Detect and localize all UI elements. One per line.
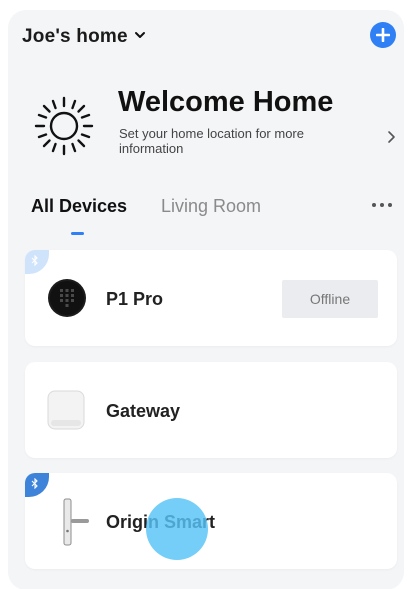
tab-living-room[interactable]: Living Room: [161, 196, 261, 217]
bluetooth-icon: [31, 477, 38, 489]
bluetooth-badge: [25, 250, 49, 274]
home-name: Joe's home: [22, 26, 128, 47]
more-dot: [380, 203, 384, 207]
welcome-banner[interactable]: Welcome Home Set your home location for …: [8, 80, 404, 180]
room-tabs: All Devices Living Room: [8, 192, 404, 235]
bluetooth-badge: [25, 473, 49, 497]
chevron-down-icon: [134, 28, 146, 46]
tab-all-devices[interactable]: All Devices: [31, 196, 127, 217]
more-dot: [388, 203, 392, 207]
welcome-title: Welcome Home: [118, 86, 334, 118]
device-card-p1-pro[interactable]: P1 Pro Offline: [25, 250, 397, 346]
lever-handle-icon: [63, 498, 89, 546]
sun-icon: [34, 96, 94, 156]
chevron-right-icon: [388, 131, 395, 143]
home-selector[interactable]: Joe's home: [22, 24, 146, 50]
device-card-origin-smart[interactable]: Origin Smart: [25, 473, 397, 569]
add-device-button[interactable]: [370, 22, 396, 48]
device-card-gateway[interactable]: Gateway: [25, 362, 397, 458]
gateway-icon: [47, 390, 85, 430]
bluetooth-icon: [31, 254, 38, 266]
app-screen: Joe's home Welcome Home Set your home lo…: [8, 10, 404, 589]
welcome-subtitle: Set your home location for more informat…: [119, 126, 304, 156]
more-horizontal-icon: [372, 203, 376, 207]
active-tab-indicator: [71, 232, 84, 235]
device-name: P1 Pro: [106, 289, 164, 309]
touch-indicator: [146, 498, 208, 560]
status-badge-offline: Offline: [282, 280, 378, 318]
keypad-lock-icon: [48, 279, 86, 317]
more-options-button[interactable]: [372, 202, 392, 208]
plus-icon: [376, 28, 390, 42]
device-name: Gateway: [106, 401, 181, 421]
